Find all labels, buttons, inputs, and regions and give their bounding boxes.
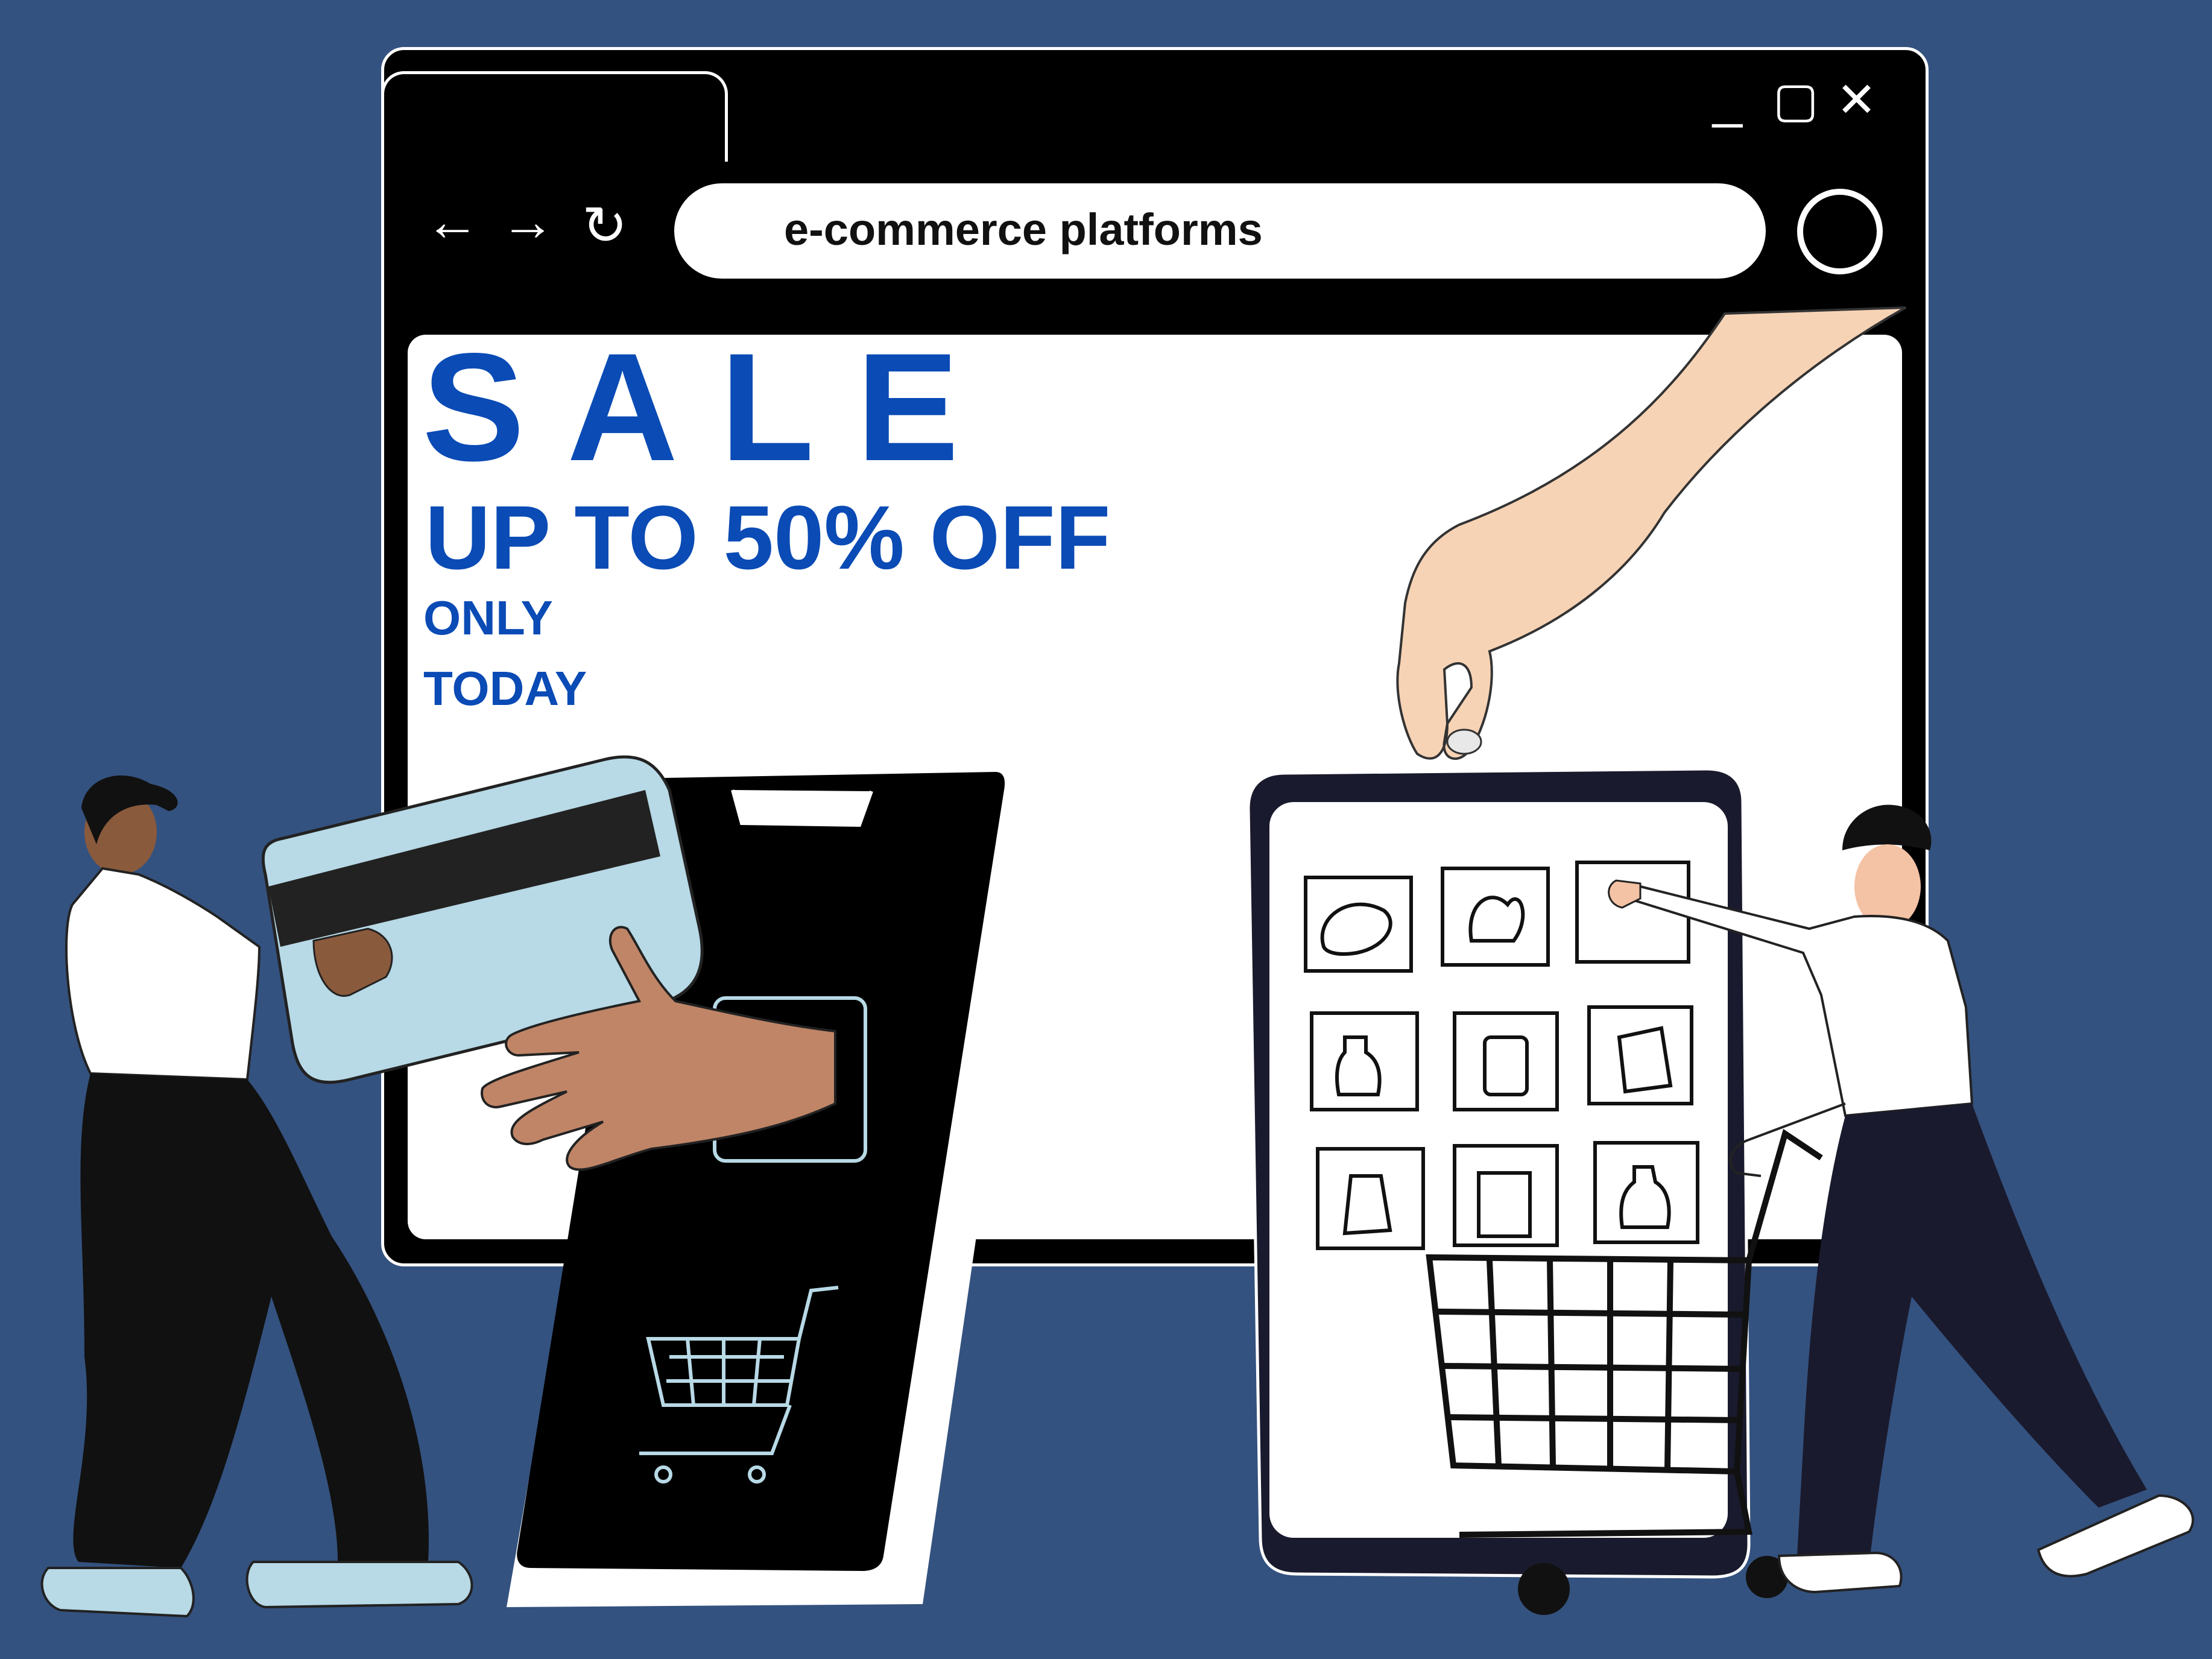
- reaching-hand-illustration: [1396, 306, 1906, 760]
- illustration-layer: [40, 306, 2195, 1618]
- sale-headline: SALE: [422, 321, 1002, 493]
- discount-text: UP TO 50% OFF: [425, 487, 1111, 588]
- banner-only-text: ONLY: [423, 591, 553, 645]
- banner-today-text: TODAY: [423, 662, 587, 715]
